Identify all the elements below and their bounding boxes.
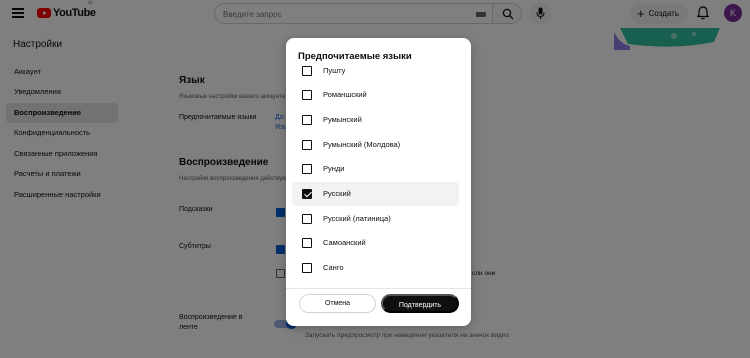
language-list[interactable]: Пушту Романшский Румынский Румынский (Мо… <box>292 65 466 291</box>
language-item[interactable]: Румынский <box>292 108 459 132</box>
language-checkbox[interactable] <box>302 115 312 125</box>
language-item[interactable]: Санго <box>292 256 459 280</box>
language-checkbox[interactable] <box>302 238 312 248</box>
language-item[interactable]: Пушту <box>292 65 459 83</box>
language-checkbox[interactable] <box>302 140 312 150</box>
language-checkbox-checked[interactable] <box>302 189 312 199</box>
dialog-title: Предпочитаемые языки <box>298 51 412 62</box>
confirm-button[interactable]: Подтвердить <box>381 294 459 313</box>
language-item[interactable]: Румынский (Молдова) <box>292 133 459 157</box>
language-name: Русский <box>323 189 351 198</box>
cancel-button[interactable]: Отмена <box>299 294 376 313</box>
language-item[interactable]: Рунди <box>292 157 459 181</box>
language-item[interactable]: Русский (латиница) <box>292 207 459 231</box>
language-item[interactable]: Романшский <box>292 83 459 107</box>
language-name: Румынский (Молдова) <box>323 140 401 149</box>
language-checkbox[interactable] <box>302 263 312 273</box>
language-name: Пушту <box>323 66 346 75</box>
language-name: Романшский <box>323 90 367 99</box>
language-name: Русский (латиница) <box>323 214 391 223</box>
language-checkbox[interactable] <box>302 90 312 100</box>
language-name: Рунди <box>323 164 345 173</box>
language-name: Румынский <box>323 115 362 124</box>
language-item[interactable]: Самоанский <box>292 231 459 255</box>
language-checkbox[interactable] <box>302 214 312 224</box>
language-checkbox[interactable] <box>302 66 312 76</box>
preferred-languages-dialog: Предпочитаемые языки Пушту Романшский Ру… <box>286 38 471 326</box>
dialog-divider <box>286 288 471 289</box>
language-item-selected[interactable]: Русский <box>292 182 459 206</box>
language-checkbox[interactable] <box>302 164 312 174</box>
language-name: Санго <box>323 263 344 272</box>
language-name: Самоанский <box>323 238 366 247</box>
